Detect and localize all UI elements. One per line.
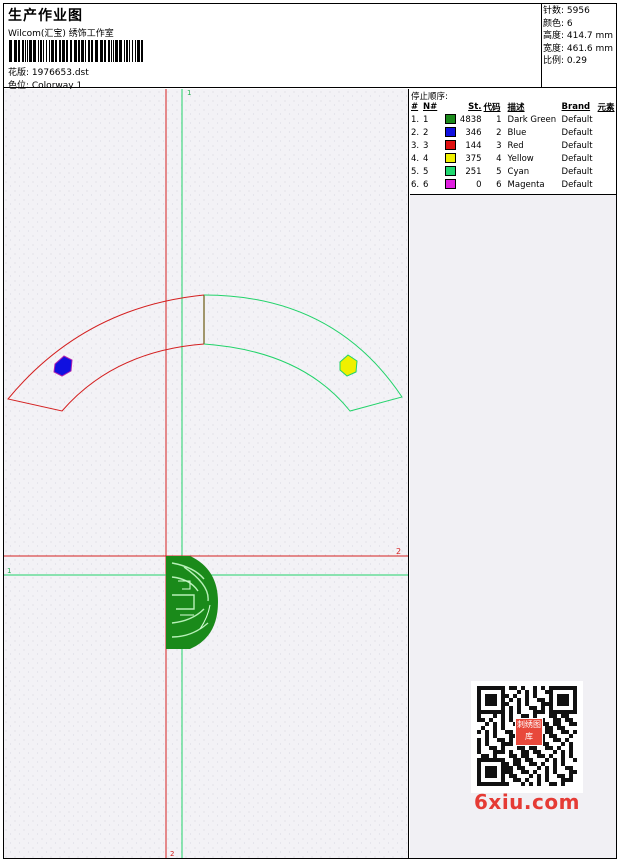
table-row[interactable]: 3. 3 144 3 Red Default: [410, 139, 616, 152]
col-header-description: 描述: [507, 103, 525, 113]
row-needle: 6: [423, 179, 429, 190]
col-header-index: #: [411, 102, 419, 112]
row-brand: Default: [561, 114, 593, 125]
col-header-brand: Brand: [561, 102, 591, 112]
row-code: 2: [496, 127, 502, 138]
row-needle: 3: [423, 140, 429, 151]
row-code: 5: [496, 166, 502, 177]
row-index: 1.: [411, 114, 420, 125]
design-height: 高度: 414.7 mm: [543, 31, 614, 42]
row-code: 6: [496, 179, 502, 190]
stitch-count: 针数: 5956: [543, 6, 590, 16]
row-stitches: 251: [465, 166, 482, 177]
table-row[interactable]: 1. 1 4838 1 Dark Green Default: [410, 113, 616, 126]
row-swatch: [444, 113, 458, 126]
row-element: [597, 165, 616, 178]
color-swatch-icon: [445, 166, 456, 177]
row-index: 3.: [411, 140, 420, 151]
design-canvas[interactable]: 1 2 1 2: [4, 89, 409, 858]
row-brand: Default: [561, 153, 593, 164]
row-stitches: 375: [465, 153, 482, 164]
design-width: 宽度: 461.6 mm: [543, 43, 614, 54]
color-swatch-icon: [445, 140, 456, 151]
header-panel: 生产作业图 Wilcom(汇宝) 绣饰工作室 花版: 1976653.dst 色…: [4, 4, 542, 91]
row-index: 4.: [411, 153, 420, 164]
row-stitches: 144: [465, 140, 482, 151]
stats-panel: 针数: 5956 颜色: 6 高度: 414.7 mm 宽度: 461.6 mm…: [542, 4, 616, 88]
row-needle: 2: [423, 127, 429, 138]
row-description: Magenta: [507, 179, 545, 190]
row-index: 6.: [411, 179, 420, 190]
row-stitches: 4838: [459, 114, 482, 125]
studio-subtitle: Wilcom(汇宝) 绣饰工作室: [8, 29, 114, 39]
row-description: Blue: [507, 127, 527, 138]
row-swatch: [444, 165, 458, 178]
table-header-row: # N# St. 代码 描述 Brand 元素: [410, 101, 616, 113]
row-swatch: [444, 139, 458, 152]
row-code: 1: [496, 114, 502, 125]
design-file-label: 花版: 1976653.dst: [8, 68, 89, 78]
table-row[interactable]: 4. 4 375 4 Yellow Default: [410, 152, 616, 165]
color-sequence-table: # N# St. 代码 描述 Brand 元素 1. 1 4838 1 Dark Gre…: [410, 101, 616, 191]
col-header-code: 代码: [483, 103, 501, 113]
row-element: [597, 178, 616, 191]
marker-right: 2: [396, 547, 401, 556]
row-brand: Default: [561, 127, 593, 138]
row-needle: 5: [423, 166, 429, 177]
row-code: 4: [496, 153, 502, 164]
row-description: Yellow: [507, 153, 534, 164]
row-index: 2.: [411, 127, 420, 138]
table-row[interactable]: 2. 2 346 2 Blue Default: [410, 126, 616, 139]
row-swatch: [444, 178, 458, 191]
color-swatch-icon: [445, 179, 456, 190]
row-stitches: 346: [465, 127, 482, 138]
row-needle: 4: [423, 153, 429, 164]
marker-left: 1: [7, 567, 11, 575]
row-index: 5.: [411, 166, 420, 177]
table-row[interactable]: 6. 6 0 6 Magenta Default: [410, 178, 616, 191]
row-element: [597, 113, 616, 126]
color-count: 颜色: 6: [543, 18, 573, 29]
marker-bottom: 2: [170, 850, 174, 858]
col-header-element: 元素: [597, 103, 615, 113]
row-needle: 1: [423, 114, 429, 125]
row-stitches: 0: [476, 179, 482, 190]
color-swatch-icon: [445, 153, 456, 164]
row-code: 3: [496, 140, 502, 151]
design-preview: 1 2 1 2: [4, 89, 408, 858]
row-element: [597, 126, 616, 139]
row-swatch: [444, 126, 458, 139]
row-description: Dark Green: [507, 114, 557, 125]
color-swatch-icon: [445, 127, 456, 138]
table-row[interactable]: 5. 5 251 5 Cyan Default: [410, 165, 616, 178]
watermark-seal: 刺绣图库: [515, 718, 543, 746]
row-element: [597, 152, 616, 165]
row-element: [597, 139, 616, 152]
col-header-needle: N#: [423, 102, 438, 112]
row-brand: Default: [561, 140, 593, 151]
color-swatch-icon: [445, 114, 456, 125]
stop-sequence-panel: 停止顺序: # N# St. 代码 描述 Brand 元素 1. 1 4838 1 Da…: [410, 89, 616, 195]
row-swatch: [444, 152, 458, 165]
row-description: Cyan: [507, 166, 530, 177]
watermark-logo: 6xiu.com: [474, 790, 580, 814]
row-brand: Default: [561, 166, 593, 177]
page-title: 生产作业图: [8, 8, 83, 24]
row-brand: Default: [561, 179, 593, 190]
col-header-stitches: St.: [468, 102, 482, 112]
barcode-icon: [9, 40, 143, 62]
design-scale: 比例: 0.29: [543, 56, 587, 67]
marker-top: 1: [187, 89, 191, 97]
row-description: Red: [507, 140, 524, 151]
